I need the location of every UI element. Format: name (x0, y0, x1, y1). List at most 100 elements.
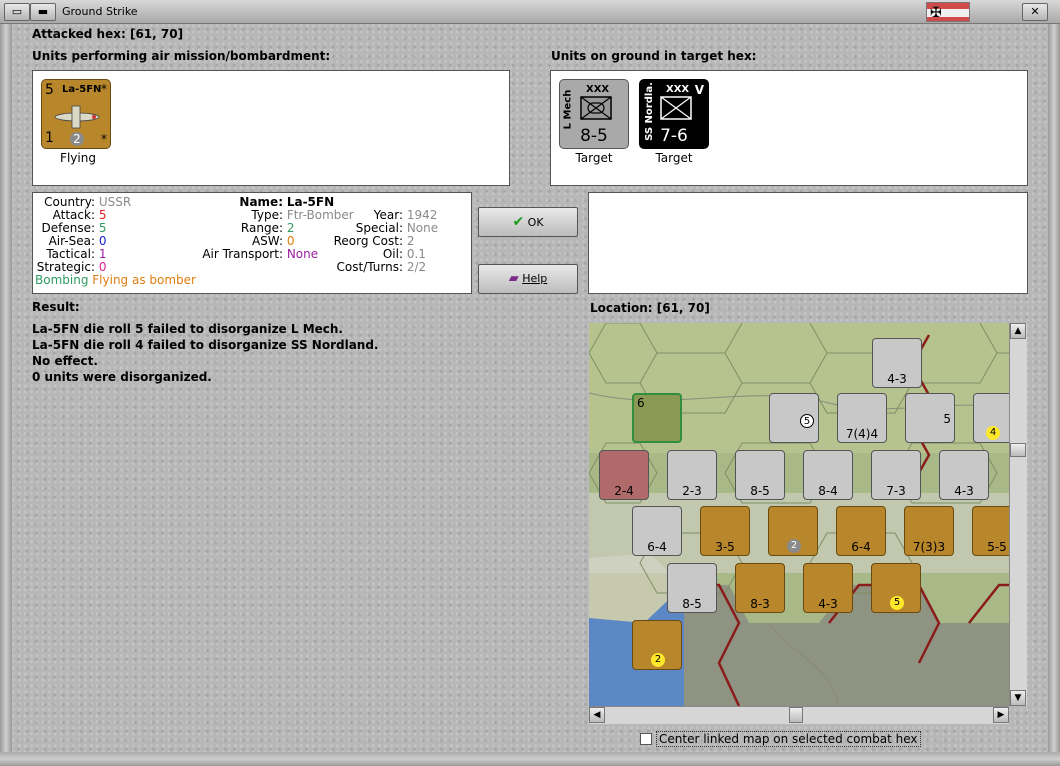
air-sea-value: 0 (98, 234, 107, 248)
ground-unit-status: Target (575, 151, 613, 165)
infantry-icon (660, 96, 692, 120)
asw-value: 0 (286, 234, 295, 248)
map-counter[interactable]: 7(4)4 (837, 393, 887, 443)
close-icon[interactable]: ✕ (1022, 3, 1048, 21)
air-units-heading: Units performing air mission/bombardment… (32, 49, 331, 63)
ground-unit-strength: 8-5 (580, 126, 608, 146)
cost-label: Cost/Turns: (336, 260, 403, 274)
horizontal-scroll-thumb[interactable] (789, 707, 803, 723)
help-button-label: Help (522, 272, 548, 285)
map-counter[interactable]: 6-4 (836, 506, 886, 556)
map-counter[interactable]: 2-3 (667, 450, 717, 500)
window-frame-right (1048, 24, 1060, 766)
air-unit-status: Flying (60, 151, 96, 165)
map-counter[interactable]: 4-3 (939, 450, 989, 500)
unit-details-panel: Country: USSR Attack: 5 Defense: 5 Air-S… (32, 192, 472, 294)
scroll-left-icon[interactable]: ◀ (589, 707, 605, 723)
ok-button[interactable]: ✔ OK (478, 207, 578, 237)
ground-unit-name: L Mech (562, 89, 574, 130)
air-unit-name: La-5FN (62, 84, 102, 95)
result-line: 0 units were disorganized. (32, 370, 212, 384)
combat-map[interactable]: 4-3 6 5 7(4)4 5 4 2-4 2-3 8-5 8-4 7-3 4-… (589, 323, 1009, 706)
cost-value: 2/2 (406, 260, 427, 274)
ground-units-heading: Units on ground in target hex: (551, 49, 757, 63)
oil-value: 0.1 (406, 247, 426, 261)
attacked-hex-value: [61, 70] (129, 27, 184, 41)
ok-button-label: OK (527, 216, 544, 229)
attacked-hex-label: Attacked hex: [61, 70] (32, 27, 184, 41)
name-value: La-5FN (286, 195, 335, 209)
flag-icon: ✠ (926, 2, 970, 22)
window-title: Ground Strike (62, 5, 138, 18)
air-unit-attack: 5 (45, 82, 54, 98)
ground-unit-strength: 7-6 (660, 126, 688, 146)
air-unit-star-bottom: * (101, 132, 107, 146)
ground-unit-size: XXX (666, 84, 690, 95)
window-frame-bottom (0, 752, 1060, 766)
scroll-right-icon[interactable]: ▶ (993, 707, 1009, 723)
map-horizontal-scrollbar[interactable]: ◀ ▶ (589, 706, 1009, 724)
mech-infantry-icon (580, 96, 612, 120)
mission-value: Bombing (35, 273, 89, 287)
attack-value: 5 (98, 208, 107, 222)
map-counter[interactable]: 4-3 (803, 563, 853, 613)
fighter-plane-icon (54, 105, 100, 129)
check-icon: ✔ (512, 214, 525, 230)
map-counter[interactable]: 8-5 (735, 450, 785, 500)
reorg-value: 2 (406, 234, 415, 248)
scroll-up-icon[interactable]: ▲ (1010, 323, 1026, 339)
map-vertical-scrollbar[interactable]: ▲ ▼ (1009, 323, 1027, 706)
air-units-panel: 5 La-5FN * 1 2 * Flying (32, 70, 510, 186)
location-label: Location: [61, 70] (590, 301, 710, 315)
map-counter[interactable]: 3-5 (700, 506, 750, 556)
ground-unit-l-mech[interactable]: L Mech XXX 8-5 (559, 79, 629, 149)
window-menu-icon[interactable]: ▭ (4, 3, 30, 21)
minimize-icon[interactable]: ▬ (30, 3, 56, 21)
target-details-panel (588, 192, 1028, 294)
ground-units-panel: L Mech XXX 8-5 Target SS Nordla. XXX V 7… (550, 70, 1028, 186)
map-counter[interactable]: 7(3)3 (904, 506, 954, 556)
map-counter[interactable]: 2 (768, 506, 818, 556)
map-counter[interactable]: 4-3 (872, 338, 922, 388)
result-line: No effect. (32, 354, 98, 368)
map-counter[interactable]: 8-4 (803, 450, 853, 500)
air-transport-value: None (286, 247, 319, 261)
map-counter[interactable]: 5-5 (972, 506, 1009, 556)
ground-unit-extra: V (694, 83, 704, 97)
ground-unit-size: XXX (586, 84, 610, 95)
map-counter[interactable]: 2-4 (599, 450, 649, 500)
ground-unit-status: Target (655, 151, 693, 165)
result-log: La-5FN die roll 5 failed to disorganize … (32, 321, 572, 385)
air-unit-bottom-left: 1 (45, 130, 54, 146)
vertical-scroll-thumb[interactable] (1010, 443, 1026, 457)
center-map-checkbox-label[interactable]: Center linked map on selected combat hex (656, 731, 921, 747)
strategic-value: 0 (98, 260, 107, 274)
air-unit-star-top: * (101, 82, 107, 96)
map-counter[interactable]: 4 (973, 393, 1009, 443)
map-counter[interactable]: 7-3 (871, 450, 921, 500)
scroll-down-icon[interactable]: ▼ (1010, 690, 1026, 706)
map-counter[interactable]: 6 (632, 393, 682, 443)
map-counter[interactable]: 8-3 (735, 563, 785, 613)
map-counter[interactable]: 6-4 (632, 506, 682, 556)
map-counter[interactable]: 5 (905, 393, 955, 443)
location-value: [61, 70] (656, 301, 710, 315)
special-value: None (406, 221, 439, 235)
defense-value: 5 (98, 221, 107, 235)
tactical-value: 1 (98, 247, 107, 261)
map-counter[interactable]: 5 (769, 393, 819, 443)
air-unit-counter[interactable]: 5 La-5FN * 1 2 * (41, 79, 111, 149)
center-map-checkbox[interactable] (640, 733, 652, 745)
map-counter[interactable]: 5 (871, 563, 921, 613)
result-line: La-5FN die roll 4 failed to disorganize … (32, 338, 379, 352)
result-heading: Result: (32, 300, 80, 314)
map-counter[interactable]: 8-5 (667, 563, 717, 613)
range-value: 2 (286, 221, 295, 235)
map-counter[interactable]: 2 (632, 620, 682, 670)
air-unit-bottom-mid: 2 (70, 132, 84, 146)
title-bar: ▭ ▬ Ground Strike ✠ ✕ (0, 0, 1060, 24)
country-value: USSR (98, 195, 132, 209)
mission-note: Flying as bomber (92, 273, 196, 287)
ground-unit-ss-nordland[interactable]: SS Nordla. XXX V 7-6 (639, 79, 709, 149)
help-button[interactable]: ▰ Help (478, 264, 578, 294)
